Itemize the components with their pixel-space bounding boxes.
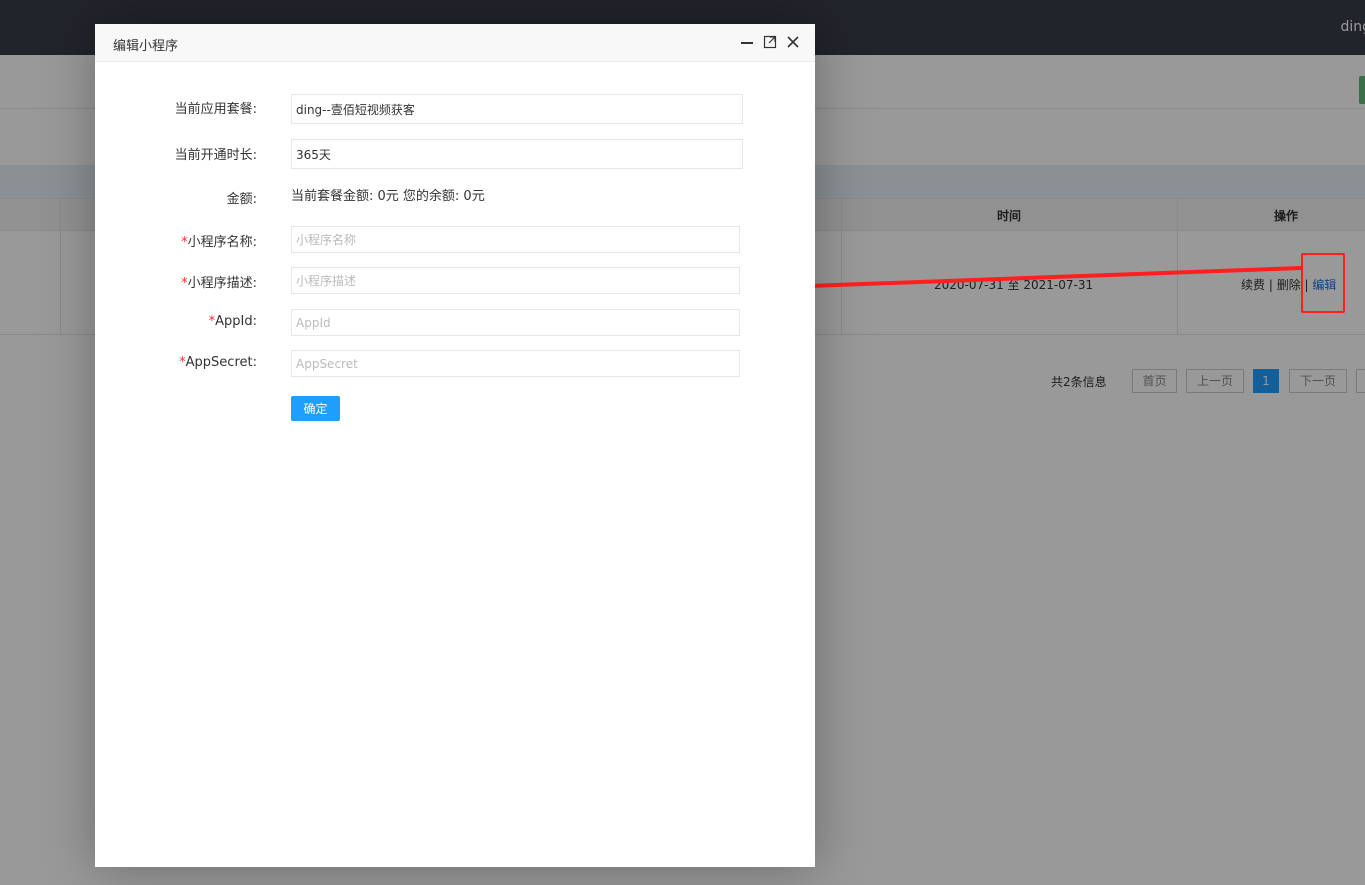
annotation-arrow-icon bbox=[766, 266, 1303, 297]
duration-label: 当前开通时长: bbox=[174, 148, 257, 163]
miniprogram-desc-input[interactable] bbox=[291, 267, 740, 294]
appid-input[interactable] bbox=[291, 309, 740, 336]
minimize-icon[interactable] bbox=[739, 33, 755, 51]
appsecret-input[interactable] bbox=[291, 350, 740, 377]
annotation-highlight-box bbox=[1301, 253, 1345, 313]
label-text: AppSecret: bbox=[185, 355, 257, 370]
confirm-button[interactable]: 确定 bbox=[291, 396, 340, 421]
amount-label: 金额: bbox=[226, 192, 257, 207]
label-text: 小程序名称: bbox=[187, 235, 257, 250]
duration-field[interactable] bbox=[291, 139, 743, 169]
package-field[interactable] bbox=[291, 94, 743, 124]
amount-text: 当前套餐金额: 0元 您的余额: 0元 bbox=[291, 189, 485, 204]
close-icon[interactable] bbox=[785, 33, 801, 51]
appsecret-label: *AppSecret: bbox=[179, 355, 257, 370]
label-text: AppId: bbox=[215, 314, 257, 329]
edit-miniprogram-dialog: 编辑小程序 当前应用套餐: 当前开通时长: 金额: 当前套餐金额: 0元 您的余… bbox=[95, 24, 815, 867]
appid-label: *AppId: bbox=[209, 314, 257, 329]
dialog-title: 编辑小程序 bbox=[113, 39, 179, 54]
miniprogram-name-label: *小程序名称: bbox=[181, 231, 257, 250]
miniprogram-desc-label: *小程序描述: bbox=[181, 272, 257, 291]
label-text: 小程序描述: bbox=[187, 276, 257, 291]
maximize-icon[interactable] bbox=[762, 33, 778, 51]
package-label: 当前应用套餐: bbox=[174, 102, 257, 117]
dialog-header: 编辑小程序 bbox=[95, 24, 815, 62]
miniprogram-name-input[interactable] bbox=[291, 226, 740, 253]
